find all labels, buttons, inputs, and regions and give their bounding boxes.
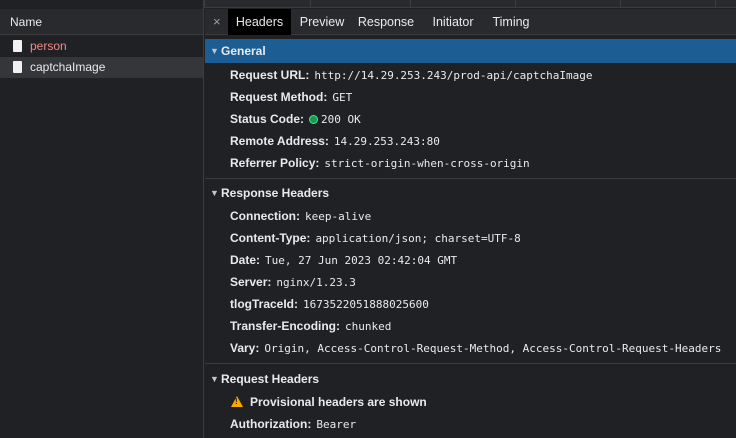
request-row-person[interactable]: person — [0, 36, 203, 57]
header-key: Status Code: — [230, 112, 305, 126]
warning-text: Provisional headers are shown — [250, 395, 427, 409]
strip-separator — [715, 0, 716, 8]
header-value: 1673522051888025600 — [303, 298, 429, 311]
tab-initiator[interactable]: Initiator — [423, 9, 483, 35]
document-icon — [13, 61, 22, 73]
strip-separator — [310, 0, 311, 8]
strip-separator — [515, 0, 516, 8]
response-header-row: Date: Tue, 27 Jun 2023 02:42:04 GMT — [230, 249, 457, 271]
section-general-header[interactable]: ▼ General — [205, 39, 736, 63]
header-value: 14.29.253.243:80 — [333, 135, 440, 148]
detail-tabbar: × Headers Preview Response Initiator Tim… — [205, 9, 736, 35]
response-header-row: Vary: Origin, Access-Control-Request-Meth… — [230, 337, 721, 359]
header-value: Origin, Access-Control-Request-Method, A… — [264, 342, 722, 355]
header-key: Date: — [230, 253, 261, 267]
section-title: General — [221, 44, 266, 58]
request-header-row: Authorization: Bearer — [230, 413, 356, 435]
close-icon[interactable]: × — [213, 9, 221, 35]
header-key: tlogTraceId: — [230, 297, 299, 311]
provisional-headers-warning: Provisional headers are shown — [230, 391, 427, 413]
section-divider — [205, 178, 736, 179]
header-value: 200 OK — [321, 113, 361, 126]
tab-preview[interactable]: Preview — [293, 9, 351, 35]
devtools-network-panel: Name person captchaImage × Headers Previ… — [0, 0, 736, 438]
header-key: Content-Type: — [230, 231, 311, 245]
status-dot-icon — [309, 115, 319, 124]
header-row-request-url: Request URL: http://14.29.253.243/prod-ap… — [230, 64, 593, 86]
header-row-referrer-policy: Referrer Policy: strict-origin-when-cross… — [230, 152, 530, 174]
header-value: nginx/1.23.3 — [276, 276, 356, 289]
section-title: Request Headers — [221, 372, 320, 386]
tab-headers[interactable]: Headers — [228, 9, 291, 35]
header-value: chunked — [345, 320, 392, 333]
name-column-header[interactable]: Name — [0, 9, 203, 35]
header-key: Referrer Policy: — [230, 156, 320, 170]
header-value: Bearer — [316, 418, 357, 431]
response-header-row: Connection: keep-alive — [230, 205, 371, 227]
response-header-row: Transfer-Encoding: chunked — [230, 315, 391, 337]
triangle-down-icon: ▼ — [210, 374, 219, 384]
header-row-remote-address: Remote Address: 14.29.253.243:80 — [230, 130, 440, 152]
warning-icon — [231, 396, 243, 407]
header-key: Remote Address: — [230, 134, 329, 148]
header-key: Request URL: — [230, 68, 310, 82]
response-header-row: Content-Type: application/json; charset=U… — [230, 227, 521, 249]
triangle-down-icon: ▼ — [210, 46, 219, 56]
header-value: strict-origin-when-cross-origin — [324, 157, 530, 170]
section-title: Response Headers — [221, 186, 330, 200]
request-row-captchaimage[interactable]: captchaImage — [0, 57, 203, 78]
header-value: GET — [332, 91, 353, 104]
strip-separator — [204, 0, 205, 8]
response-header-row: Server: nginx/1.23.3 — [230, 271, 356, 293]
header-value: Tue, 27 Jun 2023 02:42:04 GMT — [265, 254, 458, 267]
header-value: application/json; charset=UTF-8 — [315, 232, 521, 245]
header-value: keep-alive — [305, 210, 372, 223]
section-divider — [205, 363, 736, 364]
header-key: Transfer-Encoding: — [230, 319, 341, 333]
header-row-request-method: Request Method: GET — [230, 86, 352, 108]
header-row-status-code: Status Code: 200 OK — [230, 108, 361, 130]
header-key: Connection: — [230, 209, 300, 223]
header-value: http://14.29.253.243/prod-api/captchaIma… — [314, 69, 593, 82]
headers-content: ▼ General Request URL: http://14.29.253.2… — [205, 36, 736, 438]
request-name: person — [30, 39, 67, 53]
request-list-pane: Name person captchaImage — [0, 0, 204, 438]
response-header-row: tlogTraceId: 1673522051888025600 — [230, 293, 429, 315]
strip-separator — [620, 0, 621, 8]
tab-timing[interactable]: Timing — [487, 9, 535, 35]
section-response-headers-header[interactable]: ▼ Response Headers — [205, 181, 736, 205]
header-key: Server: — [230, 275, 272, 289]
request-name: captchaImage — [30, 60, 106, 74]
document-icon — [13, 40, 22, 52]
triangle-down-icon: ▼ — [210, 188, 219, 198]
tab-response[interactable]: Response — [353, 9, 419, 35]
header-key: Authorization: — [230, 417, 312, 431]
header-key: Vary: — [230, 341, 260, 355]
strip-separator — [410, 0, 411, 8]
header-key: Request Method: — [230, 90, 328, 104]
section-request-headers-header[interactable]: ▼ Request Headers — [205, 367, 736, 391]
